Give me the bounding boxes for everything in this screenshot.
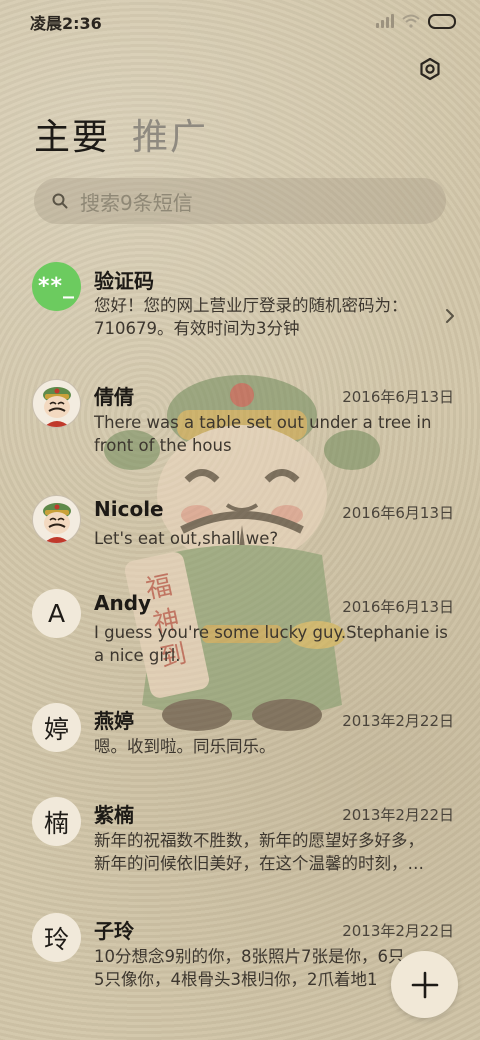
avatar: A	[32, 589, 81, 638]
search-icon	[52, 193, 68, 209]
list-item[interactable]: A Andy 2016年6月13日 I guess you're some lu…	[0, 588, 480, 688]
message-preview: I guess you're some lucky guy.Stephanie …	[94, 623, 448, 665]
message-preview: There was a table set out under a tree i…	[94, 413, 432, 455]
message-preview: 新年的祝福数不胜数，新年的愿望好多好多， 新年的问候依旧美好，在这个温馨的时刻，…	[94, 831, 424, 873]
avatar-mascot-icon	[42, 502, 71, 543]
avatar: 楠	[32, 797, 81, 846]
avatar-mascot-icon	[42, 386, 71, 427]
list-item[interactable]: 楠 紫楠 2013年2月22日 新年的祝福数不胜数，新年的愿望好多好多， 新年的…	[0, 796, 480, 896]
message-date: 2016年6月13日	[342, 598, 454, 616]
gear-icon	[420, 57, 440, 81]
contact-name: 倩倩	[94, 385, 134, 409]
contact-name: 燕婷	[94, 709, 134, 733]
settings-button[interactable]	[414, 53, 446, 85]
message-preview: 嗯。收到啦。同乐同乐。	[94, 737, 276, 756]
search-input[interactable]: 搜索9条短信	[80, 187, 193, 216]
contact-name: 子玲	[94, 919, 134, 943]
message-date: 2013年2月22日	[342, 922, 454, 940]
message-date: 2016年6月13日	[342, 388, 454, 406]
battery-icon	[428, 13, 456, 29]
list-item[interactable]: 倩倩 2016年6月13日 There was a table set out …	[0, 378, 480, 478]
list-item[interactable]: Nicole 2016年6月13日 Let's eat out,shall we…	[0, 494, 480, 574]
status-icons	[376, 12, 456, 30]
tab-bar: 主要 推广	[34, 108, 208, 160]
avatar	[32, 379, 81, 428]
list-item[interactable]: 婷 燕婷 2013年2月22日 嗯。收到啦。同乐同乐。	[0, 702, 480, 782]
message-date: 2013年2月22日	[342, 712, 454, 730]
signal-icon	[376, 14, 394, 28]
message-preview: 您好！您的网上营业厅登录的随机密码为： 710679。有效时间为3分钟	[94, 296, 408, 338]
contact-name: 紫楠	[94, 803, 134, 827]
new-message-button[interactable]	[391, 951, 458, 1018]
list-item[interactable]: **_ 验证码 您好！您的网上营业厅登录的随机密码为： 710679。有效时间为…	[0, 262, 480, 362]
avatar: **_	[32, 262, 81, 311]
tab-promotions[interactable]: 推广	[132, 108, 208, 160]
avatar	[32, 495, 81, 544]
avatar: 玲	[32, 913, 81, 962]
contact-name: Andy	[94, 591, 152, 615]
contact-name: 验证码	[94, 269, 154, 293]
plus-icon	[411, 971, 438, 998]
message-date: 2016年6月13日	[342, 504, 454, 522]
status-time: 凌晨2:36	[30, 14, 102, 33]
contact-name: Nicole	[94, 497, 164, 521]
chevron-right-icon[interactable]	[444, 308, 456, 324]
avatar: 婷	[32, 703, 81, 752]
tab-primary[interactable]: 主要	[34, 108, 110, 160]
message-date: 2013年2月22日	[342, 806, 454, 824]
status-bar: 凌晨2:36	[0, 0, 480, 42]
search-bar[interactable]: 搜索9条短信	[34, 178, 446, 224]
message-preview: Let's eat out,shall we?	[94, 529, 279, 548]
wifi-icon	[402, 14, 420, 28]
